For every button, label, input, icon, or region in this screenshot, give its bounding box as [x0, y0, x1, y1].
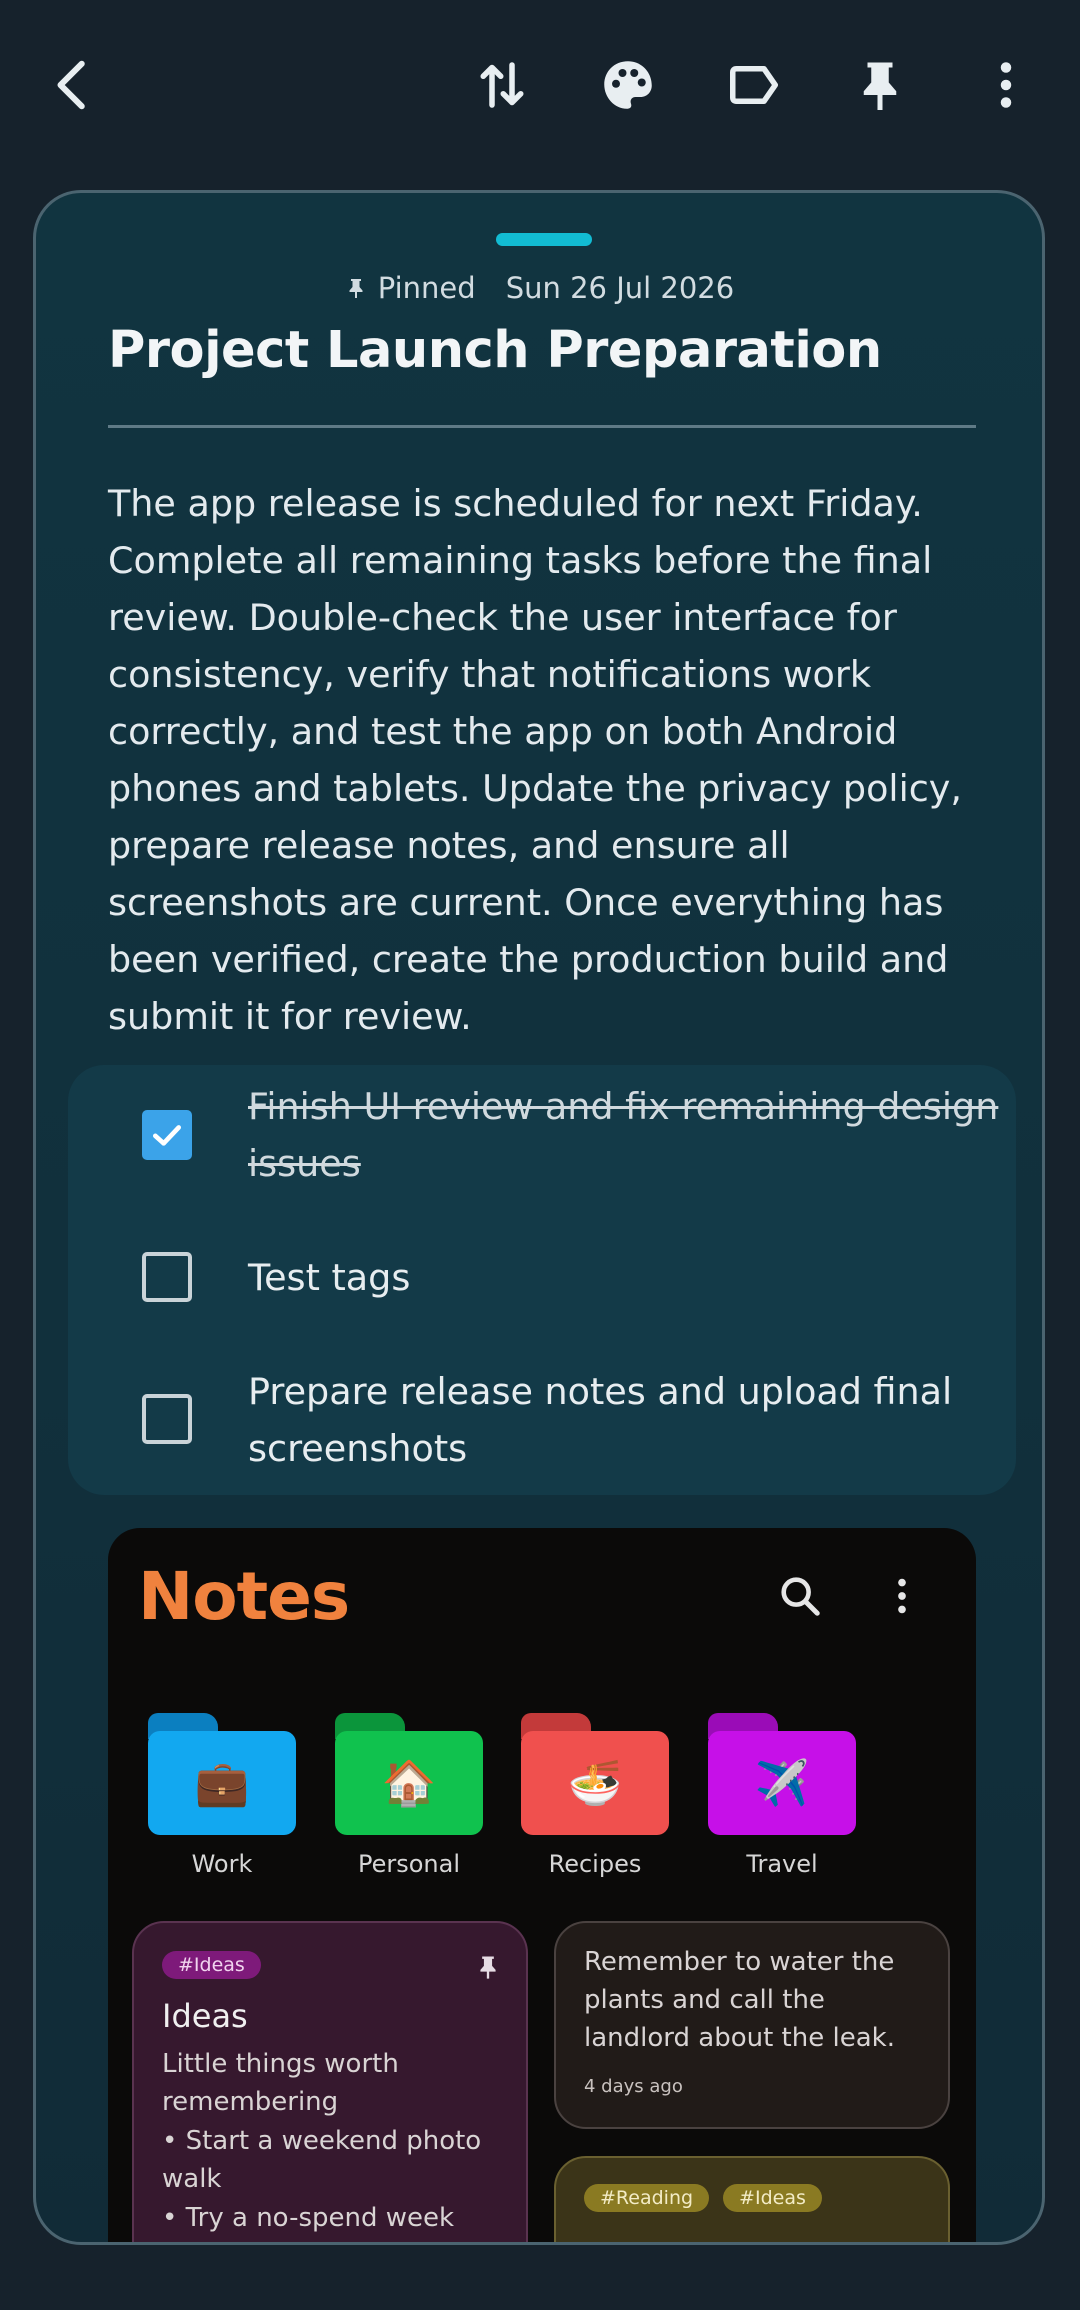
checklist: Finish UI review and fix remaining desig… — [68, 1065, 1016, 1495]
checklist-item-label: Finish UI review and fix remaining desig… — [248, 1085, 999, 1185]
folder-label: Recipes — [548, 1850, 642, 1878]
app-logo: Notes — [138, 1558, 350, 1635]
card-line: • Start a weekend photo walk — [162, 2126, 482, 2194]
pin-small-icon — [474, 1953, 502, 1985]
tag-chip: #Reading — [584, 2184, 710, 2212]
note-card: Pinned Sun 26 Jul 2026 Project Launch Pr… — [33, 190, 1045, 2245]
checklist-item-label: Prepare release notes and upload final s… — [248, 1370, 953, 1470]
note-title[interactable]: Project Launch Preparation — [108, 321, 882, 380]
checkbox-checked[interactable] — [142, 1110, 192, 1160]
card-line: • Try a no-spend week — [162, 2203, 455, 2233]
note-card-ideas: #Ideas Ideas Little things worth remembe… — [132, 1921, 528, 2242]
briefcase-icon: 💼 — [148, 1731, 296, 1835]
palette-icon[interactable] — [583, 40, 673, 130]
embedded-screenshot[interactable]: Notes 💼 Work 🏠 Personal 🍜 Recipes ✈️ Tra… — [108, 1528, 976, 2242]
note-body[interactable]: The app release is scheduled for next Fr… — [108, 475, 1008, 1045]
checklist-item-label: Test tags — [248, 1256, 411, 1299]
pin-icon[interactable] — [835, 40, 925, 130]
title-divider — [108, 425, 976, 428]
top-toolbar — [0, 0, 1080, 170]
folder-label: Work — [191, 1850, 253, 1878]
airplane-icon: ✈️ — [708, 1731, 856, 1835]
folder-label: Travel — [746, 1850, 818, 1878]
card-line: Little things worth remembering — [162, 2049, 399, 2117]
search-icon — [770, 1566, 830, 1626]
sort-arrows-icon[interactable] — [457, 40, 547, 130]
note-card-reminder: Remember to water the plants and call th… — [554, 1921, 950, 2129]
checkbox-unchecked[interactable] — [142, 1252, 192, 1302]
label-icon[interactable] — [709, 40, 799, 130]
note-date: Sun 26 Jul 2026 — [505, 271, 735, 305]
card-title: Ideas — [162, 1997, 248, 2035]
house-icon: 🏠 — [335, 1731, 483, 1835]
tag-chip: #Ideas — [723, 2184, 822, 2212]
more-vert-icon — [872, 1566, 932, 1626]
back-arrow-icon[interactable] — [28, 40, 118, 130]
note-card-reading: #Reading #Ideas — [554, 2156, 950, 2242]
checkbox-unchecked[interactable] — [142, 1394, 192, 1444]
pin-small-icon — [344, 276, 368, 300]
noodle-bowl-icon: 🍜 — [521, 1731, 669, 1835]
tag-chip: #Ideas — [162, 1951, 261, 1979]
pinned-label: Pinned — [377, 271, 476, 305]
note-meta: Pinned Sun 26 Jul 2026 — [36, 271, 1042, 305]
card-timestamp: 4 days ago — [584, 2076, 683, 2097]
card-text: Remember to water the plants and call th… — [584, 1947, 895, 2053]
more-vert-icon[interactable] — [961, 40, 1051, 130]
folder-label: Personal — [357, 1850, 461, 1878]
drag-handle[interactable] — [496, 233, 592, 246]
